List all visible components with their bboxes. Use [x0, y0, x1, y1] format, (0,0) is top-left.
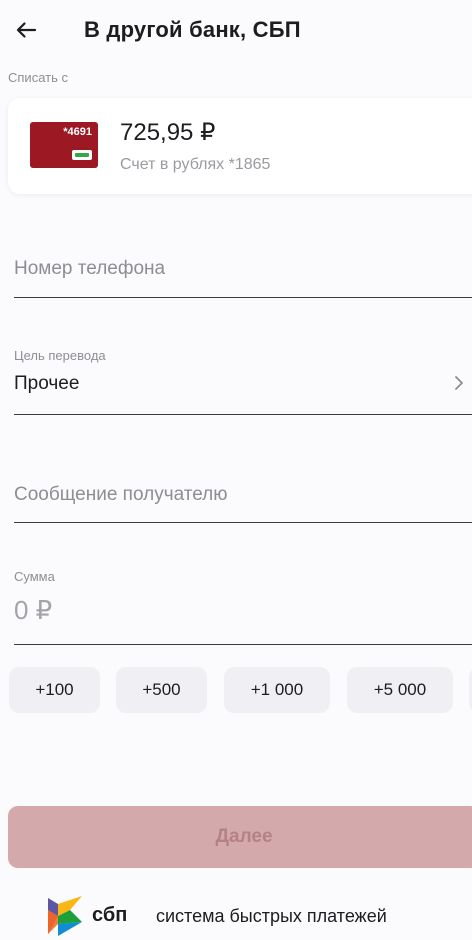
debit-label: Списать с [8, 70, 68, 85]
quick-amount-5000[interactable]: +5 000 [347, 667, 453, 713]
account-description: Счет в рублях *1865 [120, 156, 271, 173]
amount-field-underline [14, 644, 472, 645]
sbp-transfer-screen: В другой банк, СБП Списать с *4691 725,9… [0, 0, 472, 940]
quick-amount-100[interactable]: +100 [9, 667, 100, 713]
sbp-logo-icon [48, 896, 82, 936]
page-title: В другой банк, СБП [84, 17, 301, 42]
card-number: *4691 [63, 126, 92, 138]
quick-amount-chips: +100 +500 +1 000 +5 000 [9, 667, 472, 713]
phone-number-field[interactable]: Номер телефона [14, 240, 472, 298]
phone-number-placeholder: Номер телефона [14, 258, 166, 279]
account-card[interactable]: *4691 725,95 ₽ Счет в рублях *1865 [8, 98, 472, 194]
phone-field-underline [14, 297, 472, 298]
next-button[interactable]: Далее [8, 806, 472, 868]
recipient-message-placeholder: Сообщение получателю [14, 484, 228, 505]
sbp-short-label: сбп [92, 904, 128, 926]
card-thumbnail: *4691 [30, 122, 98, 168]
transfer-purpose-select[interactable]: Цель перевода Прочее [14, 340, 472, 415]
chevron-right-icon [455, 376, 463, 390]
recipient-message-field[interactable]: Сообщение получателю [14, 466, 472, 523]
arrow-left-icon [16, 22, 37, 38]
quick-amount-500[interactable]: +500 [116, 667, 207, 713]
header: В другой банк, СБП [0, 0, 472, 62]
amount-label: Сумма [14, 569, 55, 584]
purpose-field-underline [14, 414, 472, 415]
purpose-value: Прочее [14, 373, 80, 394]
back-button[interactable] [10, 14, 42, 46]
purpose-label: Цель перевода [14, 348, 106, 363]
card-logo-icon [72, 150, 92, 160]
amount-field[interactable]: Сумма 0 ₽ [14, 563, 472, 645]
sbp-footer: сбп система быстрых платежей [42, 892, 472, 940]
message-field-underline [14, 522, 472, 523]
amount-value: 0 ₽ [14, 595, 53, 625]
quick-amount-1000[interactable]: +1 000 [224, 667, 330, 713]
account-balance: 725,95 ₽ [120, 119, 216, 146]
sbp-full-label: система быстрых платежей [156, 906, 387, 926]
